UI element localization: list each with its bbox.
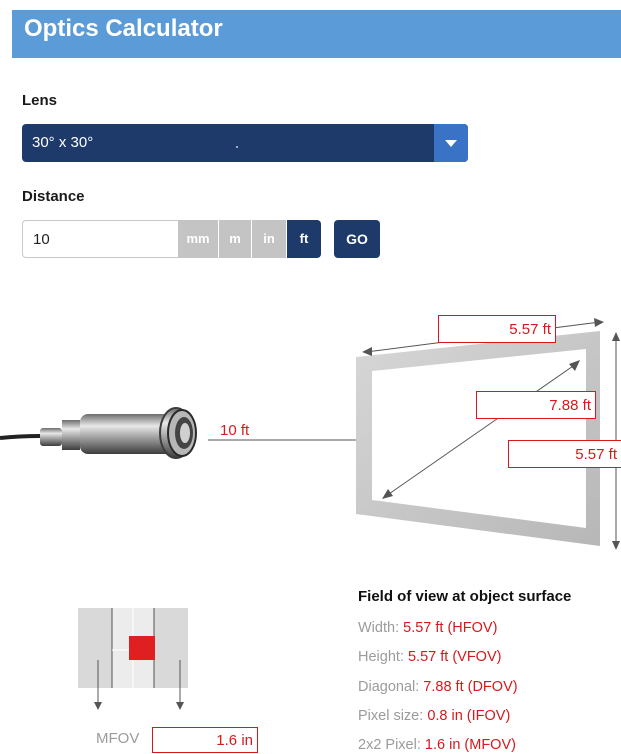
- hfov-value-box: 5.57 ft: [438, 315, 556, 343]
- fov-width: Width: 5.57 ft (HFOV): [358, 620, 497, 636]
- cable: [0, 434, 41, 440]
- sensor-icon: [40, 407, 197, 459]
- fov-diagonal-label: Diagonal:: [358, 679, 424, 695]
- fov-pixel-value: 0.8 in (IFOV): [427, 708, 511, 724]
- fov-width-value: 5.57 ft (HFOV): [403, 620, 498, 636]
- fov-pixel-label: Pixel size:: [358, 708, 428, 724]
- pixel-diagram: [78, 608, 188, 710]
- fov-2x2-pixel: 2x2 Pixel: 1.6 in (MFOV): [358, 737, 516, 753]
- width-arrow-tail: [362, 347, 372, 356]
- fov-width-label: Width:: [358, 620, 404, 636]
- dfov-value-box: 7.88 ft: [476, 391, 596, 419]
- height-arrow-head: [612, 332, 620, 341]
- fov-diagonal-value: 7.88 ft (DFOV): [423, 679, 518, 695]
- mfov-value-box: 1.6 in: [152, 727, 258, 753]
- vfov-value-box: 5.57 ft: [508, 440, 621, 468]
- fov-height-label: Height:: [358, 649, 408, 665]
- fov-pixel-size: Pixel size: 0.8 in (IFOV): [358, 708, 510, 724]
- height-arrow-tail: [612, 541, 620, 550]
- fov-diagonal: Diagonal: 7.88 ft (DFOV): [358, 679, 518, 695]
- distance-value-label: 10 ft: [220, 422, 250, 439]
- fov-pixel2-value: 1.6 in (MFOV): [424, 737, 516, 753]
- width-arrow-head: [594, 318, 604, 327]
- fov-pixel2-label: 2x2 Pixel:: [358, 737, 425, 753]
- target-frame: [356, 331, 600, 546]
- fov-height: Height: 5.57 ft (VFOV): [358, 649, 501, 665]
- fov-height-value: 5.57 ft (VFOV): [407, 649, 502, 665]
- optics-diagram: [0, 318, 620, 710]
- mfov-label: MFOV: [96, 730, 140, 747]
- fov-title: Field of view at object surface: [358, 588, 572, 605]
